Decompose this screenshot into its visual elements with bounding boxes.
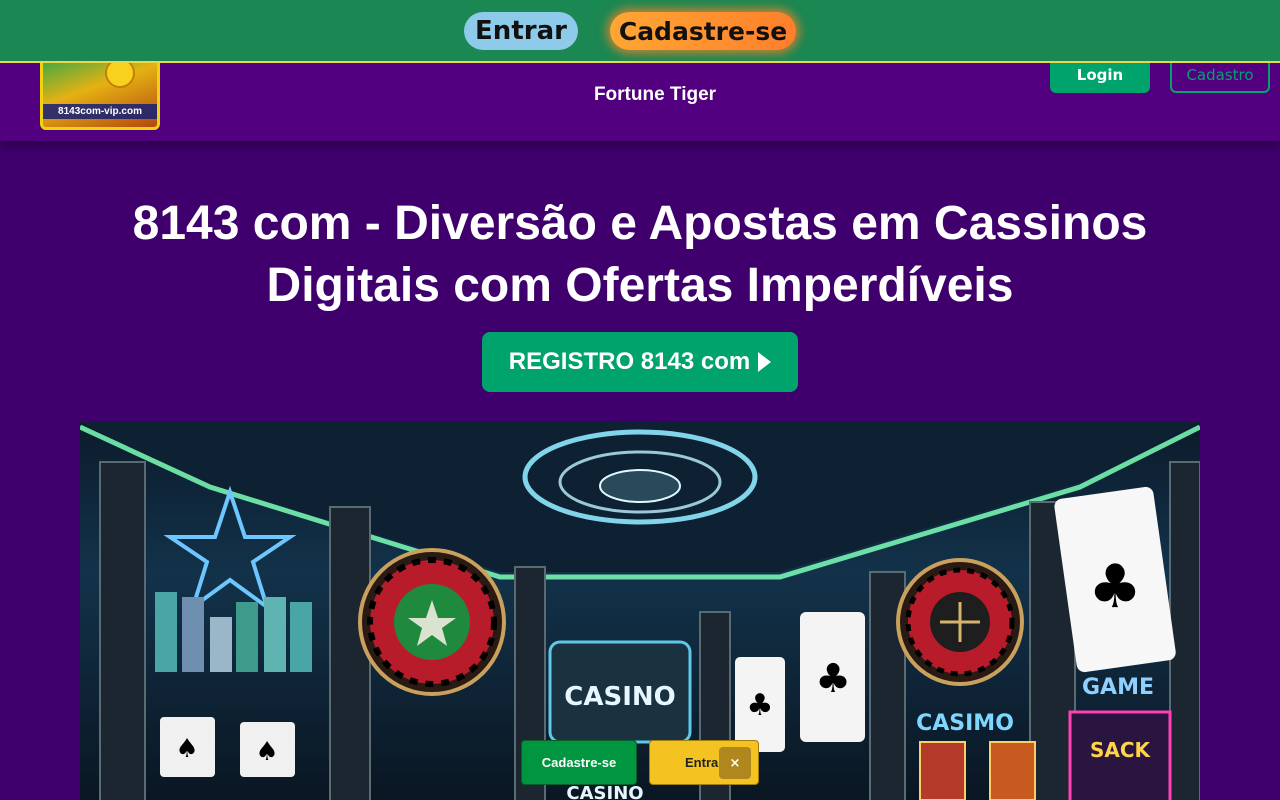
sign-game: GAME xyxy=(1082,675,1154,700)
promo-cadastre-button[interactable]: Cadastre-se xyxy=(610,12,796,50)
float-cadastre-button[interactable]: Cadastre-se xyxy=(521,740,637,785)
svg-text:♠: ♠ xyxy=(255,737,278,767)
register-cta-button[interactable]: REGISTRO 8143 com xyxy=(482,332,798,392)
close-icon[interactable]: × xyxy=(719,747,751,779)
svg-text:♣: ♣ xyxy=(1088,552,1142,622)
nav-link-fortune-tiger[interactable]: Fortune Tiger xyxy=(520,84,790,106)
casino-illustration: CASINO ♣ ♣ ♣ ♠ ♠ CASIMO GAME SACK CASINO xyxy=(80,422,1200,800)
register-cta-label: REGISTRO 8143 com xyxy=(508,348,751,375)
sign-casimo: CASIMO xyxy=(916,711,1014,736)
logo-text: 8143com-vip.com xyxy=(43,104,157,119)
page-title: 8143 com - Diversão e Apostas em Cassino… xyxy=(132,197,1148,312)
sign-casino-bottom: CASINO xyxy=(566,783,643,800)
hero-casino-image: CASINO ♣ ♣ ♣ ♠ ♠ CASIMO GAME SACK CASINO xyxy=(80,422,1200,800)
sign-casino-center: CASINO xyxy=(564,682,675,712)
promo-entrar-button[interactable]: Entrar xyxy=(464,12,578,50)
svg-text:♣: ♣ xyxy=(815,656,851,702)
play-arrow-icon xyxy=(758,352,772,372)
sign-sack: SACK xyxy=(1090,738,1152,762)
svg-text:♣: ♣ xyxy=(747,688,774,723)
site-header: 8143com-vip.com Fortune Tiger Login Cada… xyxy=(0,51,1280,141)
promo-bar: Entrar Cadastre-se xyxy=(0,0,1280,63)
svg-text:♠: ♠ xyxy=(175,734,198,764)
